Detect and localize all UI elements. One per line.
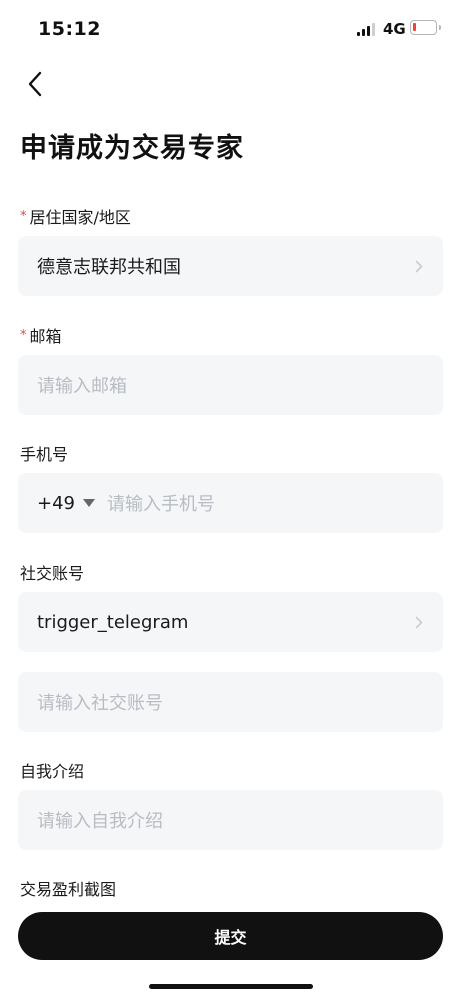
email-field[interactable]: 请输入邮箱	[18, 355, 443, 415]
intro-label: 自我介绍	[20, 762, 85, 781]
country-code-select[interactable]: +49	[37, 493, 95, 514]
email-placeholder: 请输入邮箱	[37, 376, 127, 397]
social-platform-value: trigger_telegram	[37, 611, 189, 633]
country-value: 德意志联邦共和国	[37, 257, 181, 278]
signal-icon	[357, 22, 375, 36]
battery-icon	[410, 20, 441, 35]
required-mark: *	[20, 328, 27, 343]
social-account-field[interactable]: 请输入社交账号	[18, 672, 443, 732]
country-code: +49	[37, 492, 75, 514]
chevron-right-icon	[414, 615, 424, 629]
status-bar: 15:12 4G	[0, 0, 462, 58]
phone-label: 手机号	[20, 445, 69, 464]
intro-field[interactable]: 请输入自我介绍	[18, 790, 443, 850]
submit-button[interactable]: 提交	[18, 912, 443, 960]
social-label: 社交账号	[20, 564, 85, 583]
home-indicator	[149, 984, 313, 989]
back-button[interactable]	[20, 68, 50, 100]
phone-placeholder: 请输入手机号	[107, 494, 215, 515]
social-account-placeholder: 请输入社交账号	[37, 693, 163, 714]
chevron-right-icon	[414, 259, 424, 273]
required-mark: *	[20, 209, 27, 224]
status-time: 15:12	[38, 18, 101, 40]
country-select[interactable]: 德意志联邦共和国	[18, 236, 443, 296]
caret-down-icon	[83, 499, 95, 507]
intro-placeholder: 请输入自我介绍	[37, 811, 163, 832]
network-type: 4G	[383, 20, 406, 38]
email-label: * 邮箱	[20, 327, 62, 346]
social-platform-select[interactable]: trigger_telegram	[18, 592, 443, 652]
chevron-left-icon	[28, 71, 42, 97]
screenshot-label: 交易盈利截图	[20, 880, 117, 899]
page-title: 申请成为交易专家	[20, 133, 244, 164]
phone-field[interactable]: +49 请输入手机号	[18, 473, 443, 533]
country-label: * 居住国家/地区	[20, 208, 131, 227]
